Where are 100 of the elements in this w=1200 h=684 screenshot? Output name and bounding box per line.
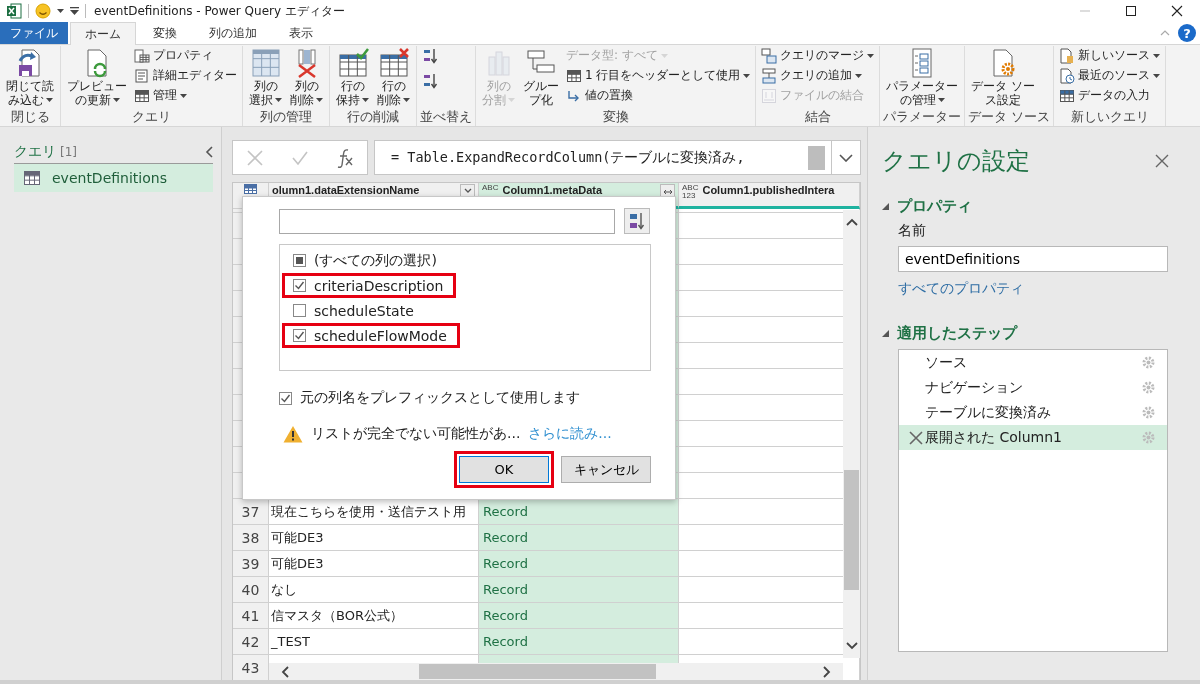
ribbon-button[interactable]: 値の置換 bbox=[564, 86, 753, 105]
ribbon-tab[interactable]: 表示 bbox=[274, 22, 328, 44]
scroll-left-icon[interactable] bbox=[281, 665, 289, 678]
delete-step-icon[interactable] bbox=[909, 430, 923, 445]
ribbon-button[interactable]: 列の 選択 bbox=[246, 46, 285, 108]
step-item[interactable]: テーブルに変換済み bbox=[899, 400, 1167, 425]
checkbox[interactable] bbox=[293, 329, 306, 342]
spreadsheet-app-icon bbox=[6, 3, 22, 19]
group-label: 並べ替え bbox=[420, 109, 472, 124]
type-indicator: ABC bbox=[482, 184, 499, 192]
search-field[interactable] bbox=[279, 208, 615, 234]
checkbox[interactable] bbox=[293, 304, 306, 317]
horizontal-scrollbar[interactable] bbox=[269, 663, 843, 680]
customize-dropdown-icon[interactable] bbox=[70, 7, 79, 15]
checkbox-label: scheduleState bbox=[314, 302, 414, 319]
warning-icon bbox=[283, 425, 303, 443]
formula-scroll-block bbox=[808, 145, 825, 170]
row-number: 41 bbox=[233, 603, 269, 629]
vertical-scrollbar[interactable] bbox=[843, 210, 860, 658]
table-cell: Record bbox=[479, 525, 679, 551]
name-field[interactable]: eventDefinitions bbox=[898, 246, 1168, 272]
read-more-link[interactable]: さらに読み... bbox=[528, 425, 612, 443]
section-heading: 適用したステップ bbox=[897, 324, 1017, 343]
ribbon-button[interactable]: 行の 削除 bbox=[374, 46, 413, 108]
function-icon[interactable] bbox=[335, 147, 354, 168]
sort-descending-icon bbox=[422, 72, 438, 89]
enter-data-icon bbox=[1059, 87, 1076, 104]
ribbon-button[interactable]: プロパティ bbox=[132, 46, 239, 65]
formula-field[interactable]: = Table.ExpandRecordColumn(テーブルに変換済み, bbox=[374, 140, 861, 175]
row-number: 43 bbox=[233, 655, 269, 680]
row-number: 42 bbox=[233, 629, 269, 655]
step-item[interactable]: ソース bbox=[899, 350, 1167, 375]
combine-files-icon bbox=[761, 87, 778, 104]
sort-ascending-icon bbox=[629, 212, 645, 230]
ok-button[interactable]: OK bbox=[459, 456, 549, 483]
ribbon-button[interactable]: 詳細エディター bbox=[132, 66, 239, 85]
group-label: データ ソース bbox=[968, 109, 1051, 124]
caret-icon bbox=[57, 9, 64, 13]
query-item[interactable]: eventDefinitions bbox=[14, 164, 213, 192]
table-cell: Record bbox=[479, 499, 679, 525]
scroll-right-icon[interactable] bbox=[823, 665, 831, 678]
collapse-triangle-icon[interactable] bbox=[882, 203, 889, 210]
group-label: 行の削減 bbox=[346, 109, 400, 124]
row-number: 37 bbox=[233, 499, 269, 525]
ribbon-button[interactable]: 1 行目をヘッダーとして使用 bbox=[564, 66, 753, 85]
step-item[interactable]: 展開された Column1 bbox=[899, 425, 1167, 450]
query-count: [1] bbox=[60, 145, 77, 159]
all-properties-link[interactable]: すべてのプロパティ bbox=[898, 280, 1024, 298]
group-label: 新しいクエリ bbox=[1069, 109, 1150, 124]
checkbox[interactable] bbox=[279, 391, 292, 405]
editor-icon bbox=[134, 67, 150, 84]
field-label: 名前 bbox=[897, 222, 927, 240]
ribbon-button[interactable]: 最近のソース bbox=[1057, 66, 1163, 85]
step-item[interactable]: ナビゲーション bbox=[899, 375, 1167, 400]
ribbon-button[interactable]: データの入力 bbox=[1057, 86, 1163, 105]
ribbon-button[interactable]: パラメーター の管理 bbox=[883, 46, 962, 108]
header-row-icon bbox=[566, 67, 582, 84]
ribbon-button[interactable]: グルー プ化 bbox=[520, 46, 562, 108]
scroll-up-icon[interactable] bbox=[845, 218, 858, 226]
ribbon-button[interactable]: クエリのマージ bbox=[759, 46, 877, 65]
sort-ascending-icon bbox=[422, 47, 438, 64]
ribbon-tab[interactable]: 列の追加 bbox=[194, 22, 272, 44]
collapse-panel-icon[interactable] bbox=[205, 146, 213, 158]
formula-text: = Table.ExpandRecordColumn(テーブルに変換済み, bbox=[391, 148, 746, 167]
panel-title: クエリの設定 bbox=[882, 146, 1030, 177]
table-cell: Record bbox=[479, 629, 679, 655]
table-cell: Record bbox=[479, 551, 679, 577]
ribbon-tab[interactable]: 変換 bbox=[138, 22, 192, 44]
sort-button[interactable] bbox=[624, 208, 650, 234]
table-columns-icon bbox=[249, 47, 282, 79]
ribbon-button[interactable]: 行の 保持 bbox=[333, 46, 372, 108]
group-label: 列の管理 bbox=[259, 109, 313, 124]
table-cell: Record bbox=[479, 577, 679, 603]
checkbox[interactable] bbox=[293, 279, 306, 292]
ribbon-button[interactable]: 管理 bbox=[132, 86, 239, 105]
file-tab[interactable]: ファイル bbox=[0, 22, 68, 44]
type-indicator: ABC 123 bbox=[682, 184, 699, 200]
row-number: 40 bbox=[233, 577, 269, 603]
help-button[interactable]: ? bbox=[1178, 24, 1196, 42]
table-icon bbox=[134, 87, 150, 104]
ribbon-button[interactable]: クエリの追加 bbox=[759, 66, 877, 85]
ribbon-button[interactable]: 列の 削除 bbox=[287, 46, 326, 108]
collapse-triangle-icon[interactable] bbox=[882, 330, 889, 337]
scroll-down-icon[interactable] bbox=[845, 642, 858, 650]
ribbon-tab[interactable]: ホーム bbox=[70, 22, 136, 45]
smiley-icon[interactable] bbox=[35, 3, 51, 19]
ribbon-button[interactable]: データ ソー ス設定 bbox=[968, 46, 1039, 108]
maximize-icon[interactable] bbox=[1125, 5, 1137, 17]
ribbon-button[interactable]: 閉じて読 み込む bbox=[3, 46, 57, 108]
checkbox-label: scheduleFlowMode bbox=[314, 327, 447, 344]
scrollbar-thumb[interactable] bbox=[419, 664, 656, 679]
checkbox[interactable] bbox=[293, 254, 306, 267]
close-icon[interactable] bbox=[1171, 5, 1183, 17]
ribbon-button[interactable]: プレビュー の更新 bbox=[64, 46, 130, 108]
cancel-button[interactable]: キャンセル bbox=[561, 456, 651, 483]
chevron-down-icon bbox=[839, 153, 853, 162]
scrollbar-thumb[interactable] bbox=[844, 469, 859, 590]
checkbox-label: 元の列名をプレフィックスとして使用します bbox=[300, 389, 580, 407]
table-cell: Record bbox=[479, 603, 679, 629]
ribbon-button[interactable]: 新しいソース bbox=[1057, 46, 1163, 65]
